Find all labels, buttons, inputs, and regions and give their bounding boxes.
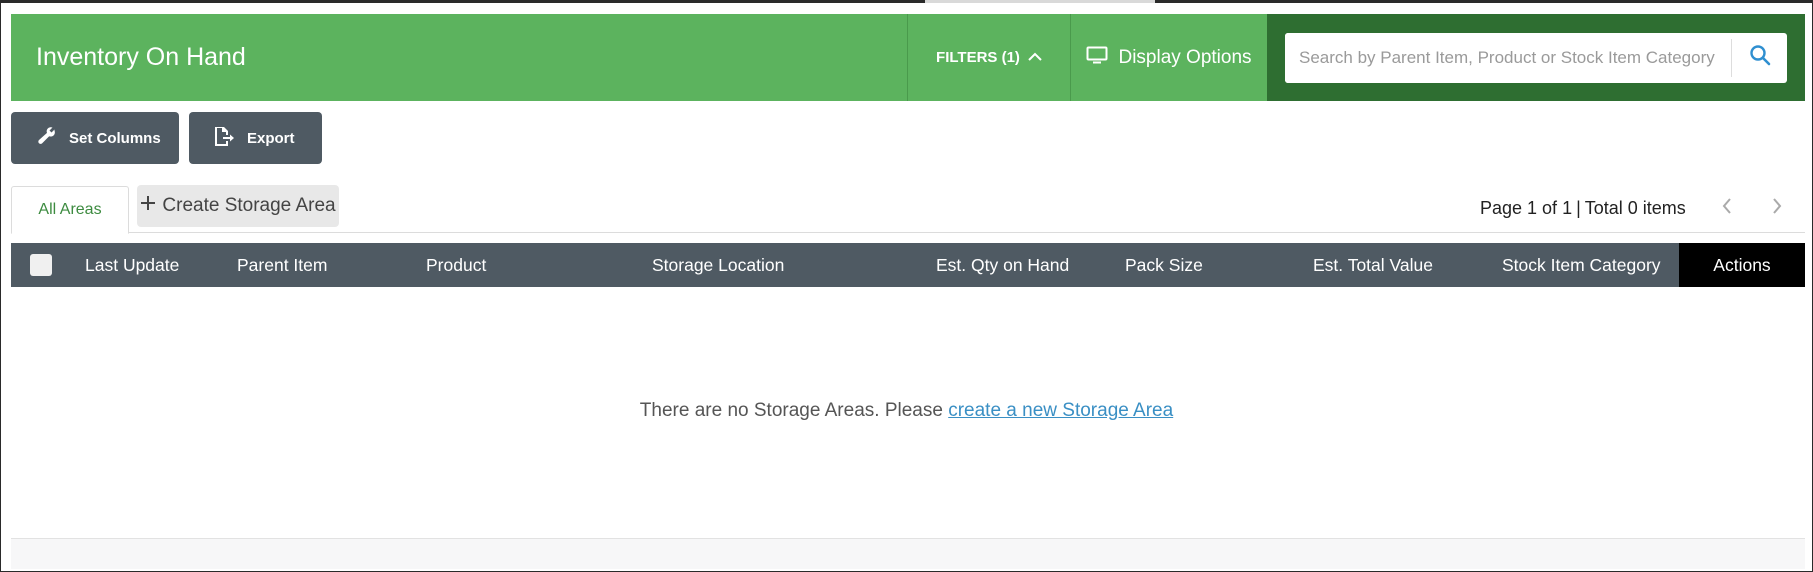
total-items: Total 0 items xyxy=(1584,197,1686,218)
chevron-left-icon xyxy=(1722,197,1732,219)
search-area xyxy=(1267,14,1805,101)
pagination-info: Page 1 of 1 | Total 0 items xyxy=(1480,193,1686,223)
set-columns-label: Set Columns xyxy=(69,129,161,147)
pager-separator: | xyxy=(1576,197,1581,218)
footer-area xyxy=(11,539,1805,569)
column-header-est-qty-on-hand[interactable]: Est. Qty on Hand xyxy=(936,243,1069,287)
column-header-product[interactable]: Product xyxy=(426,243,486,287)
column-header-actions: Actions xyxy=(1679,243,1805,287)
column-header-pack-size[interactable]: Pack Size xyxy=(1125,243,1203,287)
column-header-stock-item-category[interactable]: Stock Item Category xyxy=(1502,243,1661,287)
export-file-icon xyxy=(213,126,235,150)
chevron-right-icon xyxy=(1772,197,1782,219)
select-all-checkbox[interactable] xyxy=(30,254,52,276)
prev-page-button[interactable] xyxy=(1715,193,1739,223)
empty-state-text: There are no Storage Areas. Please xyxy=(639,400,943,421)
tabs-divider xyxy=(11,232,1805,233)
column-header-storage-location[interactable]: Storage Location xyxy=(652,243,784,287)
filters-label: FILTERS (1) xyxy=(936,49,1020,66)
column-header-parent-item[interactable]: Parent Item xyxy=(237,243,327,287)
window-top-edge xyxy=(0,0,1813,3)
export-label: Export xyxy=(247,129,295,147)
column-header-last-update[interactable]: Last Update xyxy=(85,243,179,287)
filters-button[interactable]: FILTERS (1) xyxy=(907,14,1071,101)
create-storage-area-label: Create Storage Area xyxy=(162,195,336,216)
create-storage-area-link[interactable]: create a new Storage Area xyxy=(948,400,1173,421)
empty-state-message: There are no Storage Areas. Please creat… xyxy=(0,400,1813,422)
window-top-highlight xyxy=(925,0,1155,3)
set-columns-button[interactable]: Set Columns xyxy=(11,112,179,164)
column-header-est-total-value[interactable]: Est. Total Value xyxy=(1313,243,1433,287)
plus-icon xyxy=(140,195,156,217)
tab-all-areas[interactable]: All Areas xyxy=(11,186,129,234)
export-button[interactable]: Export xyxy=(189,112,322,164)
page-header: Inventory On Hand FILTERS (1) Display Op… xyxy=(11,14,1805,101)
page-indicator: Page 1 of 1 xyxy=(1480,197,1573,218)
display-options-button[interactable]: Display Options xyxy=(1071,14,1267,101)
wrench-icon xyxy=(37,126,57,150)
page-title: Inventory On Hand xyxy=(36,43,246,71)
next-page-button[interactable] xyxy=(1765,193,1789,223)
create-storage-area-button[interactable]: Create Storage Area xyxy=(137,185,339,227)
chevron-up-icon xyxy=(1028,49,1042,66)
search-input[interactable] xyxy=(1285,32,1731,83)
search-icon xyxy=(1749,44,1771,71)
monitor-icon xyxy=(1086,46,1108,70)
search-box xyxy=(1285,32,1787,83)
display-options-label: Display Options xyxy=(1118,46,1252,68)
table-header: Last Update Parent Item Product Storage … xyxy=(11,243,1805,287)
search-button[interactable] xyxy=(1731,38,1787,77)
